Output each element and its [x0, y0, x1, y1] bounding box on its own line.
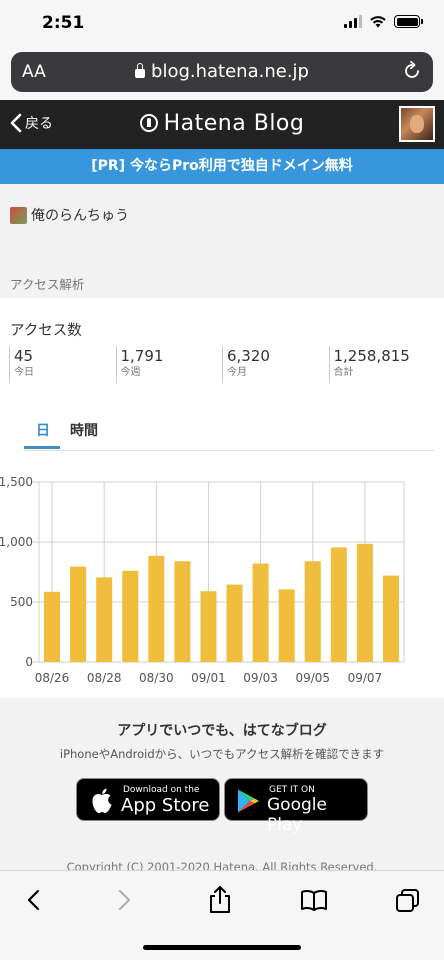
address-bar[interactable]: AA blog.hatena.ne.jp [11, 52, 433, 92]
cellular-signal-icon [344, 15, 362, 28]
apple-icon [92, 788, 112, 813]
bar-09-02 [226, 584, 243, 662]
tab-hour[interactable]: 時間 [70, 420, 98, 440]
stat-value: 6,320 [227, 347, 270, 365]
stat-value: 1,791 [120, 347, 164, 365]
blog-name-row[interactable]: 俺のらんちゅう [10, 205, 129, 225]
status-bar: 2:51 [0, 0, 444, 48]
stat-week: 1,791 今週 [115, 346, 223, 383]
status-icons [344, 15, 423, 28]
app-store-big-text: App Store [121, 795, 210, 816]
stat-value: 1,258,815 [333, 347, 410, 365]
x-tick-label: 08/26 [35, 671, 70, 685]
reload-icon[interactable] [401, 60, 423, 82]
google-play-icon [238, 789, 259, 813]
bar-08-26 [44, 591, 61, 662]
y-tick-label: 500 [10, 595, 33, 609]
bar-09-04 [278, 589, 295, 662]
bar-09-05 [304, 561, 321, 662]
stat-month: 6,320 今月 [222, 346, 329, 383]
stat-label: 今月 [227, 367, 247, 378]
lock-icon [135, 63, 146, 78]
hatena-pen-icon [139, 114, 158, 132]
bar-08-28 [96, 577, 113, 662]
access-title: アクセス数 [10, 323, 82, 339]
blog-icon [10, 206, 27, 224]
google-play-button[interactable]: GET IT ON Google Play [224, 778, 368, 835]
stat-total: 1,258,815 合計 [328, 346, 436, 383]
stat-label: 今週 [120, 367, 141, 378]
bar-08-31 [174, 561, 191, 662]
share-icon[interactable] [206, 885, 234, 915]
browser-address-area: AA blog.hatena.ne.jp [0, 48, 444, 100]
stat-label: 合計 [333, 367, 354, 378]
bar-09-06 [330, 547, 347, 662]
stat-today: 45 今日 [9, 346, 116, 383]
stat-value: 45 [14, 347, 34, 365]
home-indicator [143, 945, 301, 950]
pro-promo-banner[interactable]: [PR] 今ならPro利用で独自ドメイン無料 [0, 149, 444, 184]
tabs-icon[interactable] [394, 885, 422, 915]
wifi-icon [370, 16, 386, 28]
y-tick-label: 0 [25, 655, 33, 669]
forward-arrow-icon[interactable] [114, 885, 136, 915]
bookmarks-icon[interactable] [299, 885, 329, 915]
section-label: アクセス解析 [10, 277, 85, 292]
access-panel: アクセス数 45 今日 1,791 今週 6,320 今月 1,258,815 … [0, 298, 444, 698]
back-arrow-icon[interactable] [22, 885, 44, 915]
bar-09-01 [200, 591, 217, 662]
app-promo-title: アプリでいつでも、はてなブログ [117, 723, 327, 739]
google-play-small-text: GET IT ON [269, 785, 315, 795]
bar-09-03 [252, 563, 269, 662]
tab-day[interactable]: 日 [24, 420, 60, 449]
hatena-blog-logo[interactable]: Hatena Blog [0, 111, 444, 136]
status-time: 2:51 [42, 13, 85, 33]
access-stats: 45 今日 1,791 今週 6,320 今月 1,258,815 合計 [9, 346, 435, 383]
plot-frame [38, 481, 405, 663]
logo-text: Hatena Blog [163, 111, 305, 136]
stat-label: 今日 [14, 367, 34, 378]
user-avatar[interactable] [399, 106, 435, 142]
bar-08-29 [122, 570, 139, 662]
blog-name: 俺のらんちゅう [31, 208, 129, 224]
x-tick-label: 08/30 [139, 671, 174, 685]
bar-09-08 [382, 575, 399, 662]
url-text: blog.hatena.ne.jp [151, 61, 309, 82]
x-tick-label: 09/03 [243, 671, 278, 685]
app-store-button[interactable]: Download on the App Store [76, 778, 220, 821]
chart-tabs: 日 時間 [24, 416, 434, 451]
x-tick-label: 09/07 [348, 671, 383, 685]
x-tick-label: 08/28 [87, 671, 122, 685]
bar-09-07 [356, 543, 373, 662]
bar-08-30 [148, 555, 165, 662]
bar-08-27 [70, 566, 87, 662]
y-tick-label: 1,000 [0, 535, 33, 549]
x-tick-label: 09/05 [295, 671, 330, 685]
y-tick-label: 1,500 [0, 475, 33, 489]
x-tick-label: 09/01 [191, 671, 226, 685]
site-header: 戻る Hatena Blog [0, 100, 444, 149]
app-store-small-text: Download on the [123, 785, 200, 795]
access-bar-chart: 0 500 1,000 1,500 08/26 08/28 08/30 09/01 09/03 0… [0, 475, 405, 685]
google-play-big-text: Google Play [267, 795, 327, 835]
app-promo-section: アプリでいつでも、はてなブログ iPhoneやAndroidから、いつでもアクセ… [0, 698, 444, 874]
url-display[interactable]: blog.hatena.ne.jp [11, 61, 433, 82]
app-promo-subtitle: iPhoneやAndroidから、いつでもアクセス解析を確認できます [59, 747, 385, 761]
battery-icon [394, 15, 423, 28]
